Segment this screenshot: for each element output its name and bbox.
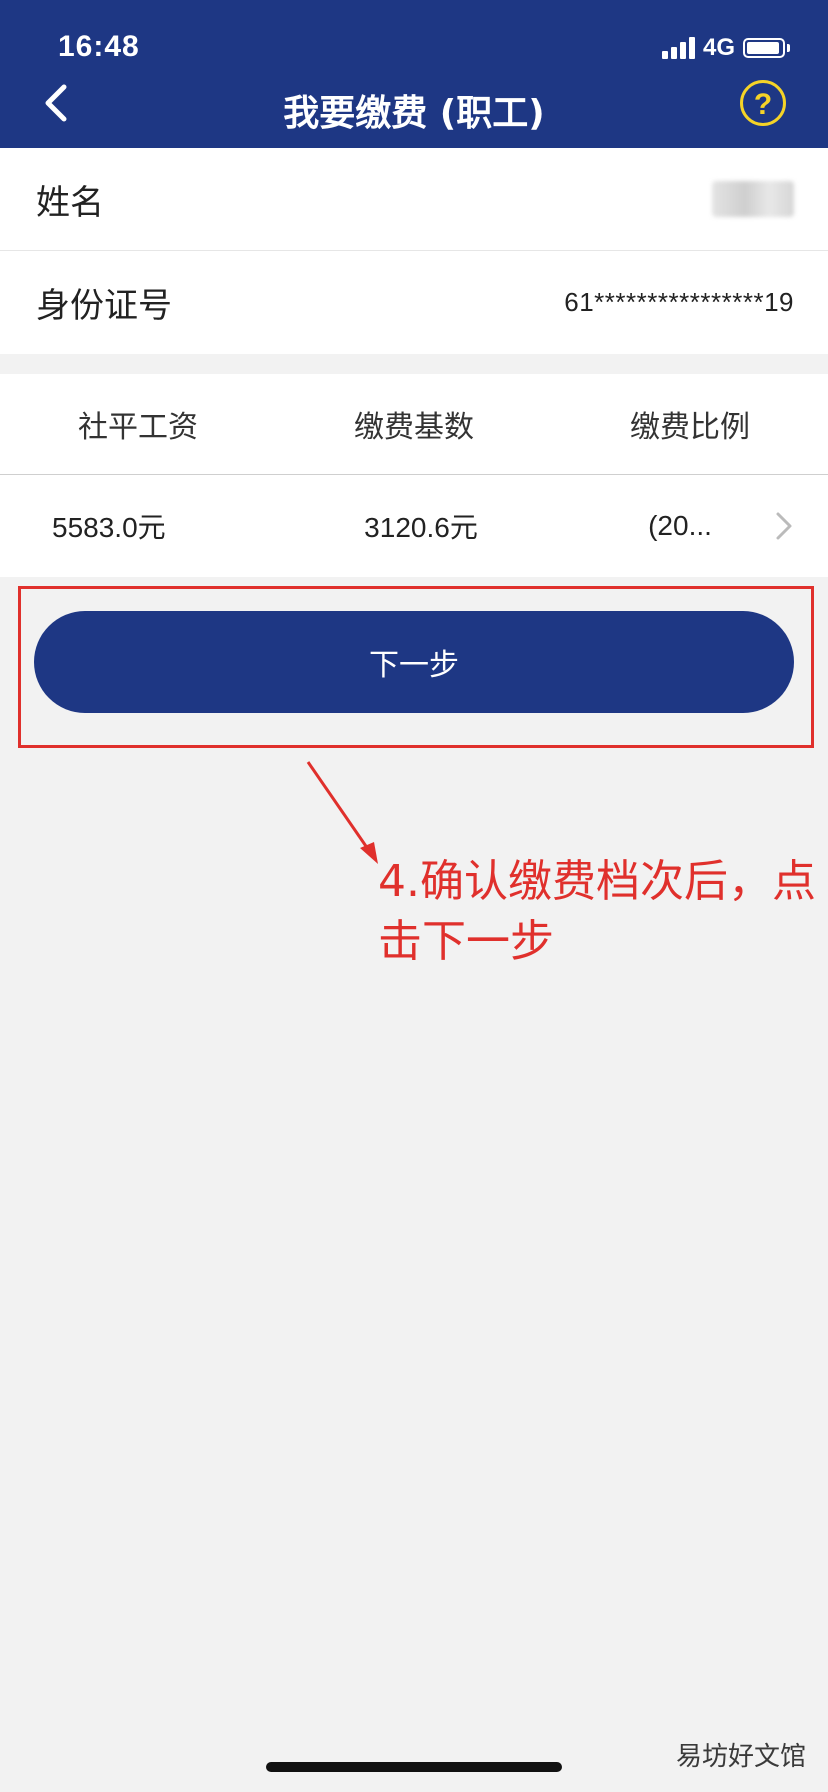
home-indicator[interactable] xyxy=(266,1762,562,1772)
header-payment-ratio: 缴费比例 xyxy=(630,410,750,445)
table-header: 社平工资 缴费基数 缴费比例 xyxy=(0,374,828,475)
page-title: 我要缴费 (职工) xyxy=(283,93,545,134)
payment-level-row[interactable]: 5583.0元 3120.6元 (20... xyxy=(0,475,828,577)
id-label: 身份证号 xyxy=(36,286,172,326)
app-header: 16:48 4G 我要缴费 (职工) ? xyxy=(0,0,828,148)
personal-info-section: 姓名 身份证号 61****************19 xyxy=(0,148,828,354)
payment-base-value: 3120.6元 xyxy=(364,512,478,543)
status-time: 16:48 xyxy=(58,30,140,63)
help-button[interactable]: ? xyxy=(740,80,786,126)
social-wage-value: 5583.0元 xyxy=(52,512,166,543)
payment-table: 社平工资 缴费基数 缴费比例 5583.0元 3120.6元 (20... xyxy=(0,374,828,577)
name-row: 姓名 xyxy=(0,148,828,250)
next-step-button[interactable]: 下一步 xyxy=(34,611,794,713)
header-social-wage: 社平工资 xyxy=(78,410,198,445)
status-indicators: 4G xyxy=(661,34,790,62)
chevron-right-icon xyxy=(776,512,792,540)
watermark: 易坊好文馆 xyxy=(675,1742,806,1772)
name-value-blurred xyxy=(712,181,794,217)
annotation-line-1: 4.确认缴费档次后，点 xyxy=(378,856,816,907)
signal-icon xyxy=(661,37,695,59)
annotation-line-2: 击下一步 xyxy=(378,916,554,967)
payment-ratio-value: (20... xyxy=(648,510,712,541)
annotation-text: 4.确认缴费档次后，点 击下一步 xyxy=(378,852,828,972)
name-label: 姓名 xyxy=(36,182,104,223)
battery-icon xyxy=(743,38,785,58)
network-type: 4G xyxy=(702,34,735,61)
annotation-arrow-icon xyxy=(306,761,378,864)
id-row: 身份证号 61****************19 xyxy=(0,250,828,354)
id-value: 61****************19 xyxy=(564,287,794,317)
header-payment-base: 缴费基数 xyxy=(354,410,474,445)
battery-cap xyxy=(787,44,790,52)
